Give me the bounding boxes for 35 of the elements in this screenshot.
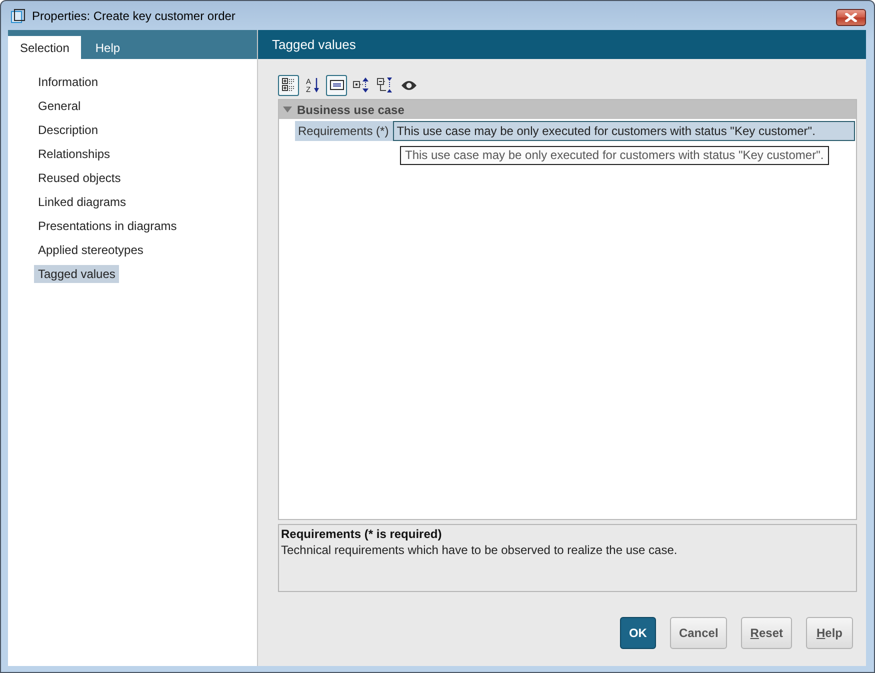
sidebar-item[interactable]: Reused objects [34, 169, 125, 187]
sidebar-item[interactable]: Presentations in diagrams [34, 217, 181, 235]
ok-button[interactable]: OK [620, 617, 656, 649]
sidebar-item[interactable]: Description [34, 121, 102, 139]
description-text: Technical requirements which have to be observed to realize the use case. [281, 542, 678, 558]
category-list-icon [282, 78, 296, 92]
eye-icon [400, 80, 416, 90]
window-title: Properties: Create key customer order [32, 8, 236, 22]
sidebar-item[interactable]: Applied stereotypes [34, 241, 148, 259]
value-field[interactable]: This use case may be only executed for customers with status "Key customer". [392, 121, 855, 141]
text-box-icon [330, 80, 344, 90]
window-icon [11, 8, 25, 22]
sidebar-item[interactable]: Information [34, 73, 102, 91]
tab[interactable]: Selection [8, 36, 82, 59]
tab[interactable]: Help [83, 36, 132, 59]
close-icon [845, 12, 857, 22]
expand-icon [352, 77, 368, 93]
category-row[interactable]: Business use case [279, 100, 856, 119]
tooltip: This use case may be only executed for customers with status "Key customer". [400, 146, 829, 165]
category-name: Business use case [297, 102, 404, 116]
dialog-button[interactable]: Help [806, 617, 853, 649]
collapse-all-button[interactable] [374, 74, 395, 96]
categorize-button[interactable] [278, 74, 299, 96]
panel-title: Tagged values [272, 37, 356, 52]
close-button[interactable] [836, 8, 866, 26]
property-label: Requirements (*) [295, 121, 393, 141]
description-button[interactable] [326, 74, 347, 96]
sidebar-item[interactable]: Linked diagrams [34, 193, 130, 211]
dialog-button[interactable]: Cancel [670, 617, 728, 649]
description-title: Requirements (* is required) [281, 527, 443, 542]
sidebar-item[interactable]: Tagged values [34, 265, 120, 283]
sidebar-item[interactable]: Relationships [34, 145, 114, 163]
dialog-button[interactable]: Reset [741, 617, 792, 649]
sidebar-item[interactable]: General [34, 97, 85, 115]
collapse-icon [376, 77, 392, 93]
